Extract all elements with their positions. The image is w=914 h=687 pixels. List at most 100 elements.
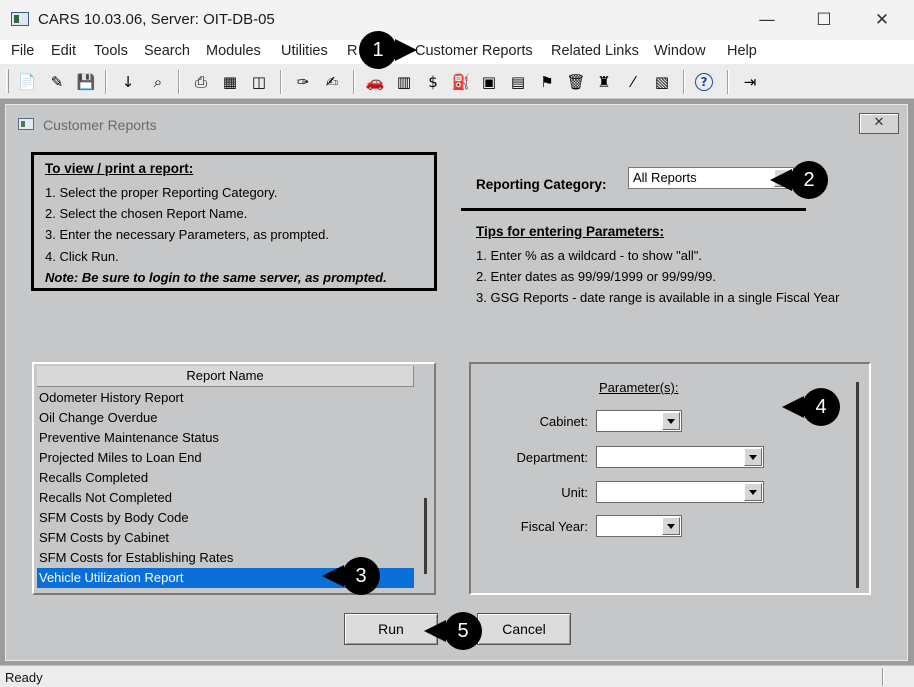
parameters-scrollbar[interactable] [856,382,859,588]
fiscal-year-label: Fiscal Year: [520,519,588,534]
menu-help[interactable]: Help [727,43,757,59]
document-icon[interactable]: ▤ [507,71,529,93]
toolbar-separator [727,70,729,94]
spy-icon[interactable]: ♜ [593,71,615,93]
list-item[interactable]: Odometer History Report [37,388,414,408]
report-icon[interactable]: ▧ [651,71,673,93]
menu-reports[interactable]: R [347,43,357,59]
callout-number: 5 [444,612,482,650]
save-icon[interactable]: 💾 [75,71,97,93]
exit-door-icon[interactable]: ⇥ [739,71,761,93]
tip-item: 1. Enter % as a wildcard - to show "all"… [476,248,702,263]
parameters-heading: Parameter(s): [599,380,679,395]
report-name-header[interactable]: Report Name [37,366,414,387]
fiscal-year-select[interactable] [596,515,682,537]
chevron-down-icon[interactable] [744,448,762,466]
department-label: Department: [516,450,588,465]
status-separator [882,668,884,686]
fuel-pump-icon[interactable]: ⛽ [450,71,472,93]
instructions-heading: To view / print a report: [45,161,194,176]
instruction-step: 3. Enter the necessary Parameters, as pr… [45,227,329,242]
image-icon[interactable]: ▣ [478,71,500,93]
list-scrollbar[interactable] [424,498,427,574]
form-icon [18,118,34,130]
menu-edit[interactable]: Edit [51,43,76,59]
print-icon[interactable]: ⎙ [190,71,212,93]
highlighter-icon[interactable]: ⁄ [622,71,644,93]
reporting-category-label: Reporting Category: [476,177,607,192]
trash-icon[interactable]: 🗑 [565,71,587,93]
flag-icon[interactable]: ⚑ [536,71,558,93]
key-icon[interactable]: ✑ [292,71,314,93]
child-window-title: Customer Reports [43,117,157,133]
maximize-button[interactable]: ☐ [801,6,847,34]
preview-icon[interactable]: ◫ [248,71,270,93]
list-item[interactable]: SFM Costs by Body Code [37,508,414,528]
callout-arrow [395,39,417,61]
app-icon [11,12,29,26]
window-titlebar: CARS 10.03.06, Server: OIT-DB-05 — ☐ ✕ [0,0,914,40]
find-icon[interactable]: ⌕ [147,71,169,93]
child-close-button[interactable]: ✕ [859,113,899,134]
building-icon[interactable]: ▥ [393,71,415,93]
callout-5: 5 [424,612,488,650]
toolbar-separator [105,70,107,94]
callout-2: 2 [770,161,836,199]
callout-3: 3 [322,557,386,595]
reporting-category-value: All Reports [633,170,697,185]
callout-number: 2 [790,161,828,199]
instructions-note: Note: Be sure to login to the same serve… [45,270,387,285]
list-item[interactable]: Recalls Not Completed [37,488,414,508]
menu-customer-reports[interactable]: Customer Reports [415,43,533,59]
instruction-step: 2. Select the chosen Report Name. [45,206,248,221]
callout-arrow [782,396,804,418]
list-item[interactable]: Recalls Completed [37,468,414,488]
department-select[interactable] [596,446,764,468]
menu-window[interactable]: Window [654,43,706,59]
instructions-box: To view / print a report: 1. Select the … [31,152,437,291]
chevron-down-icon[interactable] [744,483,762,501]
close-button[interactable]: ✕ [859,6,905,34]
list-item[interactable]: Projected Miles to Loan End [37,448,414,468]
new-icon[interactable]: 📄 [16,71,38,93]
status-text: Ready [5,670,43,685]
calculator-icon[interactable]: ▦ [219,71,241,93]
help-icon[interactable]: ? [695,73,713,91]
tip-item: 2. Enter dates as 99/99/1999 or 99/99/99… [476,269,716,284]
money-icon[interactable]: $ [422,71,444,93]
menu-bar: File Edit Tools Search Modules Utilities… [0,40,914,64]
menu-utilities[interactable]: Utilities [281,43,328,59]
sort-az-icon[interactable]: ↓ [117,71,139,93]
callout-number: 1 [359,31,397,69]
callout-arrow [770,169,792,191]
cancel-button[interactable]: Cancel [477,613,571,645]
chevron-down-icon[interactable] [662,412,680,430]
list-item[interactable]: Preventive Maintenance Status [37,428,414,448]
minimize-button[interactable]: — [744,6,790,34]
cabinet-select[interactable] [596,410,682,432]
menu-related-links[interactable]: Related Links [551,43,639,59]
list-item[interactable]: SFM Costs by Cabinet [37,528,414,548]
instruction-step: 1. Select the proper Reporting Category. [45,185,278,200]
callout-4: 4 [782,388,846,426]
car-icon[interactable]: 🚗 [364,71,386,93]
toolbar-separator [280,70,282,94]
divider [461,208,806,211]
status-bar: Ready [0,665,914,687]
menu-file[interactable]: File [11,43,34,59]
toolbar-grip[interactable] [6,69,9,93]
menu-tools[interactable]: Tools [94,43,128,59]
toolbar: 📄 ✎ 💾 ↓ ⌕ ⎙ ▦ ◫ ✑ ✍ 🚗 ▥ $ ⛽ ▣ ▤ ⚑ 🗑 ♜ ⁄ … [0,64,914,99]
callout-1: 1 [359,31,419,69]
eraser-icon[interactable]: ✎ [46,71,68,93]
menu-search[interactable]: Search [144,43,190,59]
tip-item: 3. GSG Reports - date range is available… [476,290,840,305]
list-item[interactable]: Oil Change Overdue [37,408,414,428]
unit-label: Unit: [561,485,588,500]
menu-modules[interactable]: Modules [206,43,261,59]
notes-icon[interactable]: ✍ [321,71,343,93]
unit-select[interactable] [596,481,764,503]
chevron-down-icon[interactable] [662,517,680,535]
callout-arrow [322,565,344,587]
callout-number: 3 [342,557,380,595]
